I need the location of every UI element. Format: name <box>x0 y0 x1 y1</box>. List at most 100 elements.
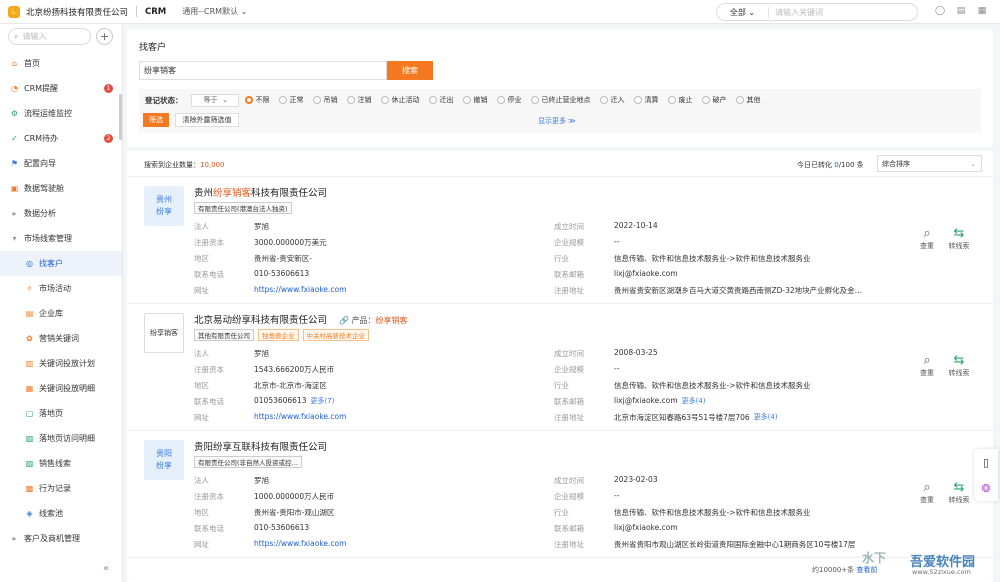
sidebar-item[interactable]: ▸ 客户及商机管理 <box>0 526 122 551</box>
more-link[interactable]: 更多(4) <box>682 396 706 407</box>
clear-filter-button[interactable]: 清除外露筛选值 <box>175 113 239 127</box>
radio-label: 清算 <box>644 96 659 104</box>
sidebar-item[interactable]: ⌂ 首页 <box>0 51 122 76</box>
radio-circle-icon <box>278 96 287 104</box>
field-phone: 联系电话 010-53606613 <box>194 523 310 533</box>
company-name: 北京纷扬科技有限责任公司 <box>26 7 129 18</box>
conversion-count: 今日已转化 0/100 条 <box>797 161 864 169</box>
convert-icon: ⇆ <box>953 352 965 368</box>
global-search-input[interactable]: 请输入关键词 <box>769 7 823 18</box>
sidebar-item[interactable]: ▧ 落地页访问明细 <box>0 426 122 451</box>
check-duplicate-button[interactable]: ⌕ 查重 <box>914 352 940 378</box>
landing-icon: ▢ <box>25 409 34 418</box>
radio-label: 破产 <box>712 96 727 104</box>
field-phone: 联系电话 01053606613 更多(7) <box>194 396 335 407</box>
add-button[interactable]: + <box>96 28 113 45</box>
company-search-input[interactable]: 纷享销客 <box>139 61 387 80</box>
sidebar-item[interactable]: ▾ 市场线索管理 <box>0 226 122 251</box>
sidebar-item[interactable]: ▥ 关键词投放计划 <box>0 351 122 376</box>
company-name[interactable]: 贵阳纷享互联科技有限责任公司 <box>194 439 327 453</box>
filter-button[interactable]: 筛选 <box>143 113 169 127</box>
sidebar-item[interactable]: ◎ 找客户 <box>0 251 122 276</box>
company-name[interactable]: 贵州纷享销客科技有限责任公司 <box>194 185 327 199</box>
status-radio[interactable]: 不限 <box>244 95 270 105</box>
operator-select[interactable]: 等于 ⌄ <box>190 93 239 107</box>
sidebar-item[interactable]: ◔ CRM提醒 1 <box>0 76 122 101</box>
global-search[interactable]: 全部 ⌄ 请输入关键词 <box>716 3 918 21</box>
company-icon: ▤ <box>25 309 34 318</box>
status-radio[interactable]: 正常 <box>278 95 304 105</box>
flow-icon: ⚙ <box>10 109 19 118</box>
field-scale: 企业规模 -- <box>554 237 620 247</box>
activity-icon: ✧ <box>26 284 33 293</box>
status-radio[interactable]: 注销 <box>346 95 372 105</box>
sidebar-item[interactable]: ▨ 销售线索 <box>0 451 122 476</box>
sidebar-scrollbar[interactable] <box>119 94 122 140</box>
workspace-select[interactable]: 通用--CRM默认 ⌄ <box>182 6 247 17</box>
search-icon: ⌕ <box>14 31 19 41</box>
status-radio[interactable]: 迁出 <box>428 95 454 105</box>
filter-conditions: 登记状态： 等于 ⌄ 不限 正常 吊销 注销 休止活动 迁出 撤销 停业 已终止营业地点 迁入 清算… <box>139 89 981 133</box>
expand-icon: ▸ <box>12 209 17 218</box>
status-radio[interactable]: 吊销 <box>312 95 338 105</box>
show-more-link[interactable]: 显示更多 ≫ <box>538 116 576 126</box>
search-button[interactable]: 搜索 <box>387 61 433 80</box>
radio-label: 注销 <box>357 96 372 104</box>
company-logo: 贵阳 纷享 <box>144 440 184 480</box>
sidebar-item[interactable]: ▩ 行为记录 <box>0 476 122 501</box>
convert-lead-button[interactable]: ⇆ 转线索 <box>946 352 972 378</box>
company-tag: 有限责任公司(非自然人投资或控… <box>194 456 303 468</box>
sidebar-item[interactable]: ▢ 落地页 <box>0 401 122 426</box>
sidebar-item[interactable]: ✓ CRM待办 2 <box>0 126 122 151</box>
sidebar-item[interactable]: ▦ 关键词投放明细 <box>0 376 122 401</box>
book-icon[interactable]: ▯ <box>983 456 989 469</box>
sidebar-item[interactable]: ⚑ 配置向导 <box>0 151 122 176</box>
radio-label: 撤销 <box>473 96 488 104</box>
field-phone: 联系电话 010-53606613 <box>194 269 310 279</box>
sidebar-item[interactable]: ▣ 数据驾驶舱 <box>0 176 122 201</box>
field-industry: 行业 信息传输、软件和信息技术服务业->软件和信息技术服务业 <box>554 381 811 390</box>
status-radio[interactable]: 破产 <box>701 95 727 105</box>
guide-icon: ⚑ <box>10 159 19 168</box>
field-region: 地区 贵州省-贵阳市-观山湖区 <box>194 508 335 517</box>
field-address: 注册地址 贵州省贵阳市观山湖区长岭街道贵阳国际金融中心1期商务区10号楼17层 <box>554 540 856 549</box>
company-name[interactable]: 北京易动纷享科技有限责任公司 🔗 产品：纷享销客 <box>194 312 408 326</box>
sort-select[interactable]: 综合排序 ⌄ <box>877 155 982 172</box>
convert-lead-button[interactable]: ⇆ 转线索 <box>946 479 972 505</box>
radio-label: 迁出 <box>439 96 454 104</box>
status-radio[interactable]: 已终止营业地点 <box>530 95 591 105</box>
sidebar-item[interactable]: ◈ 线索池 <box>0 501 122 526</box>
grid-icon[interactable]: ▦ <box>976 5 988 17</box>
sidebar-item[interactable]: ▸ 数据分析 <box>0 201 122 226</box>
brain-icon[interactable]: ❂ <box>981 482 990 495</box>
sidebar-item-label: 数据驾驶舱 <box>24 184 64 193</box>
status-radio[interactable]: 迁入 <box>599 95 625 105</box>
sidebar-search-input[interactable]: ⌕ 请输入 <box>8 28 91 45</box>
field-capital: 注册资本 1000.000000万人民币 <box>194 492 335 501</box>
scope-select[interactable]: 全部 ⌄ <box>717 6 769 18</box>
company-card: 贵阳 纷享 贵阳纷享互联科技有限责任公司 有限责任公司(非自然人投资或控… 法人 罗旭注… <box>127 432 993 558</box>
sidebar-item[interactable]: ✿ 营销关键词 <box>0 326 122 351</box>
status-radio[interactable]: 废止 <box>667 95 693 105</box>
collapse-sidebar-icon[interactable]: « <box>103 563 109 574</box>
sidebar-item[interactable]: ⚙ 流程运维监控 <box>0 101 122 126</box>
check-duplicate-button[interactable]: ⌕ 查重 <box>914 225 940 251</box>
more-link[interactable]: 更多(7) <box>311 396 335 407</box>
field-region: 地区 贵州省-贵安新区- <box>194 254 312 263</box>
company-tags: 其他有限责任公司 独角兽企业 中关村高新技术企业 <box>194 329 369 341</box>
calendar-icon[interactable]: ▤ <box>955 5 967 17</box>
field-founded: 成立时间 2022-10-14 <box>554 221 658 231</box>
check-duplicate-button[interactable]: ⌕ 查重 <box>914 479 940 505</box>
convert-lead-button[interactable]: ⇆ 转线索 <box>946 225 972 251</box>
status-radio[interactable]: 停业 <box>496 95 522 105</box>
status-radio[interactable]: 其他 <box>735 95 761 105</box>
sidebar-item[interactable]: ✧ 市场活动 <box>0 276 122 301</box>
app-name[interactable]: CRM <box>145 7 166 17</box>
status-radio[interactable]: 休止活动 <box>380 95 420 105</box>
sidebar-item[interactable]: ▤ 企业库 <box>0 301 122 326</box>
field-founded: 成立时间 2023-02-03 <box>554 475 658 485</box>
status-radio[interactable]: 撤销 <box>462 95 488 105</box>
more-link[interactable]: 更多(4) <box>754 412 778 423</box>
check-circle-icon[interactable]: ◯ <box>934 5 946 17</box>
status-radio[interactable]: 清算 <box>633 95 659 105</box>
